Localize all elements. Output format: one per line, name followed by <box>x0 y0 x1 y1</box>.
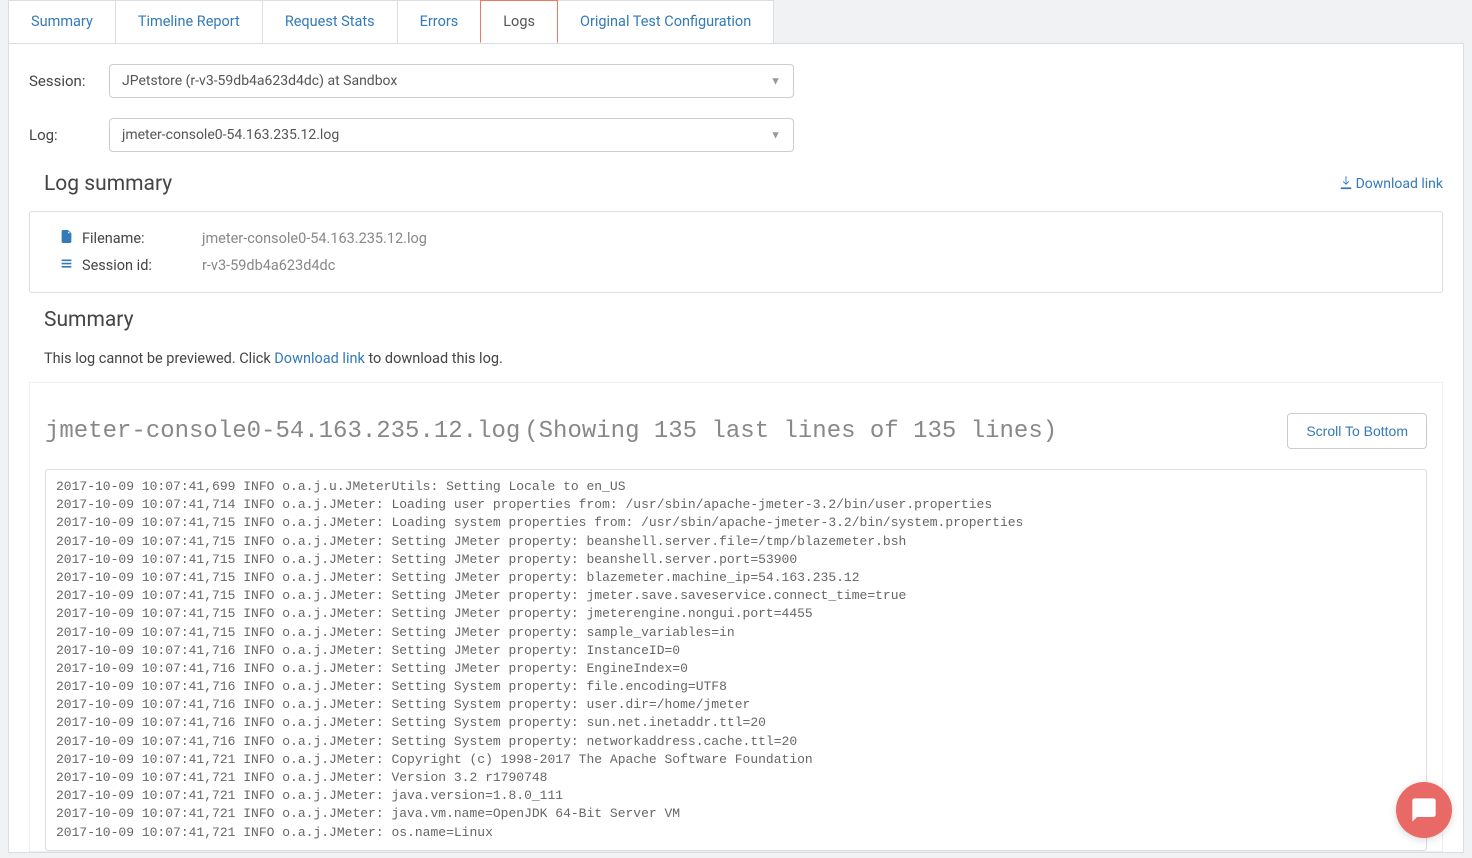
tab-timeline-report[interactable]: Timeline Report <box>115 0 263 43</box>
session-value: JPetstore (r-v3-59db4a623d4dc) at Sandbo… <box>122 73 397 89</box>
content: Session: JPetstore (r-v3-59db4a623d4dc) … <box>8 43 1464 853</box>
scroll-to-bottom-button[interactable]: Scroll To Bottom <box>1287 413 1427 449</box>
log-text: 2017-10-09 10:07:41,699 INFO o.a.j.u.JMe… <box>56 478 1416 842</box>
log-view-header: jmeter-console0-54.163.235.12.log (Showi… <box>45 413 1427 449</box>
sessionid-label: Session id: <box>82 257 202 274</box>
file-icon <box>60 230 82 247</box>
list-icon <box>60 257 82 274</box>
log-row: Log: jmeter-console0-54.163.235.12.log ▼ <box>29 118 1443 152</box>
chevron-down-icon: ▼ <box>770 75 781 88</box>
log-summary-header: Log summary Download link <box>44 172 1443 196</box>
chat-icon <box>1410 796 1438 824</box>
tab-errors[interactable]: Errors <box>397 0 482 43</box>
log-meta: (Showing 135 last lines of 135 lines) <box>524 418 1057 445</box>
summary-text: This log cannot be previewed. Click Down… <box>44 350 1428 367</box>
tab-bar: Summary Timeline Report Request Stats Er… <box>8 0 1472 43</box>
session-row: Session: JPetstore (r-v3-59db4a623d4dc) … <box>29 64 1443 98</box>
download-icon <box>1339 176 1353 190</box>
filename-row: Filename: jmeter-console0-54.163.235.12.… <box>60 230 1412 247</box>
tab-summary[interactable]: Summary <box>8 0 116 43</box>
session-label: Session: <box>29 72 109 90</box>
sessionid-value: r-v3-59db4a623d4dc <box>202 257 335 274</box>
summary-download-link[interactable]: Download link <box>274 350 365 367</box>
log-view: jmeter-console0-54.163.235.12.log (Showi… <box>29 383 1443 852</box>
summary-title: Summary <box>44 308 1428 332</box>
tab-original-config[interactable]: Original Test Configuration <box>557 0 774 43</box>
tab-logs[interactable]: Logs <box>480 0 558 43</box>
log-select[interactable]: jmeter-console0-54.163.235.12.log ▼ <box>109 118 794 152</box>
log-info-box: Filename: jmeter-console0-54.163.235.12.… <box>29 211 1443 293</box>
log-filename: jmeter-console0-54.163.235.12.log <box>45 418 520 445</box>
download-link[interactable]: Download link <box>1339 176 1443 192</box>
log-value: jmeter-console0-54.163.235.12.log <box>122 127 339 143</box>
sessionid-row: Session id: r-v3-59db4a623d4dc <box>60 257 1412 274</box>
chat-widget[interactable] <box>1396 782 1452 838</box>
filename-value: jmeter-console0-54.163.235.12.log <box>202 230 427 247</box>
session-select[interactable]: JPetstore (r-v3-59db4a623d4dc) at Sandbo… <box>109 64 794 98</box>
filename-label: Filename: <box>82 230 202 247</box>
log-label: Log: <box>29 126 109 144</box>
summary-box: Summary This log cannot be previewed. Cl… <box>29 293 1443 383</box>
tab-request-stats[interactable]: Request Stats <box>262 0 398 43</box>
log-content[interactable]: 2017-10-09 10:07:41,699 INFO o.a.j.u.JMe… <box>45 469 1427 851</box>
chevron-down-icon: ▼ <box>770 129 781 142</box>
log-summary-title: Log summary <box>44 172 172 196</box>
